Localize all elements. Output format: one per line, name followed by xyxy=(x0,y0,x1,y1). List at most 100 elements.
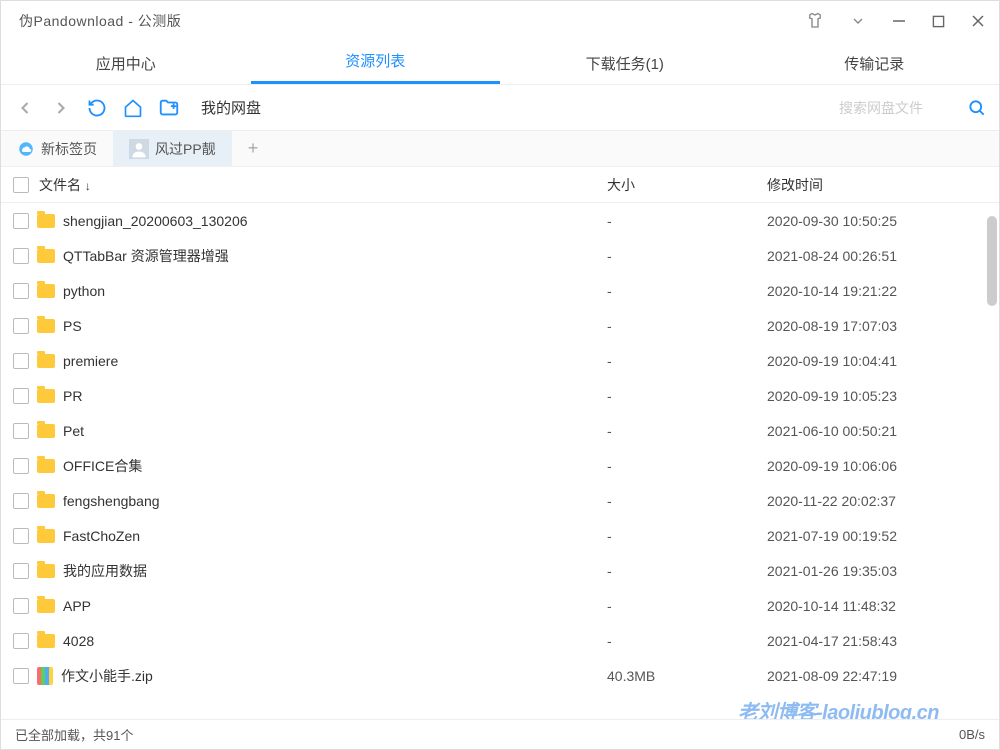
search-icon[interactable] xyxy=(967,98,987,118)
file-name-cell: 4028 xyxy=(37,633,607,649)
file-size-cell: - xyxy=(607,528,767,544)
file-row[interactable]: python-2020-10-14 19:21:22 xyxy=(1,273,999,308)
tab-download-tasks[interactable]: 下载任务(1) xyxy=(500,43,750,84)
scrollbar-thumb[interactable] xyxy=(987,216,997,306)
search-input[interactable] xyxy=(839,100,959,116)
row-checkbox[interactable] xyxy=(13,423,29,439)
column-size-header[interactable]: 大小 xyxy=(607,175,767,195)
folder-icon xyxy=(37,284,55,298)
row-checkbox[interactable] xyxy=(13,563,29,579)
file-name-label: fengshengbang xyxy=(63,493,160,509)
close-button[interactable] xyxy=(971,14,985,28)
file-date-cell: 2020-09-19 10:05:23 xyxy=(767,388,987,404)
row-checkbox[interactable] xyxy=(13,633,29,649)
minimize-button[interactable] xyxy=(892,14,906,28)
file-row[interactable]: premiere -2020-09-19 10:04:41 xyxy=(1,343,999,378)
maximize-button[interactable] xyxy=(932,15,945,28)
file-size-cell: - xyxy=(607,423,767,439)
folder-icon xyxy=(37,214,55,228)
row-checkbox[interactable] xyxy=(13,388,29,404)
shirt-icon[interactable] xyxy=(806,12,824,30)
add-tab-button[interactable]: + xyxy=(232,138,275,159)
file-name-cell: OFFICE合集 xyxy=(37,456,607,476)
file-row[interactable]: PS-2020-08-19 17:07:03 xyxy=(1,308,999,343)
folder-icon xyxy=(37,494,55,508)
row-checkbox[interactable] xyxy=(13,598,29,614)
file-date-cell: 2021-01-26 19:35:03 xyxy=(767,563,987,579)
cloud-icon xyxy=(17,140,35,158)
tab-transfer-log[interactable]: 传输记录 xyxy=(750,43,1000,84)
row-checkbox[interactable] xyxy=(13,528,29,544)
file-name-label: PS xyxy=(63,318,82,334)
file-size-cell: 40.3MB xyxy=(607,668,767,684)
window-controls xyxy=(806,12,985,30)
file-name-label: 我的应用数据 xyxy=(63,561,147,581)
file-name-label: Pet xyxy=(63,423,84,439)
file-row[interactable]: QTTabBar 资源管理器增强-2021-08-24 00:26:51 xyxy=(1,238,999,273)
nav-buttons xyxy=(1,94,193,122)
avatar-icon xyxy=(129,139,149,159)
row-checkbox[interactable] xyxy=(13,318,29,334)
file-row[interactable]: APP -2020-10-14 11:48:32 xyxy=(1,588,999,623)
file-list: shengjian_20200603_130206-2020-09-30 10:… xyxy=(1,203,999,693)
new-tab-item[interactable]: 新标签页 xyxy=(1,131,113,166)
file-name-label: premiere xyxy=(63,353,118,369)
select-all-checkbox[interactable] xyxy=(13,177,29,193)
tab-resource-list[interactable]: 资源列表 xyxy=(251,40,501,84)
file-row[interactable]: PR-2020-09-19 10:05:23 xyxy=(1,378,999,413)
file-date-cell: 2020-10-14 11:48:32 xyxy=(767,598,987,614)
row-checkbox[interactable] xyxy=(13,493,29,509)
new-folder-button[interactable] xyxy=(155,94,183,122)
tab-app-center[interactable]: 应用中心 xyxy=(1,43,251,84)
file-row[interactable]: FastChoZen-2021-07-19 00:19:52 xyxy=(1,518,999,553)
file-name-cell: APP xyxy=(37,598,607,614)
folder-icon xyxy=(37,354,55,368)
file-size-cell: - xyxy=(607,493,767,509)
column-name-header[interactable]: 文件名 ↓ xyxy=(37,175,607,195)
file-row[interactable]: OFFICE合集-2020-09-19 10:06:06 xyxy=(1,448,999,483)
row-checkbox[interactable] xyxy=(13,458,29,474)
file-size-cell: - xyxy=(607,563,767,579)
user-tab[interactable]: 风过PP靓 xyxy=(113,131,232,166)
folder-icon xyxy=(37,424,55,438)
file-name-cell: QTTabBar 资源管理器增强 xyxy=(37,246,607,266)
folder-icon xyxy=(37,529,55,543)
row-checkbox[interactable] xyxy=(13,283,29,299)
breadcrumb-path[interactable]: 我的网盘 xyxy=(193,97,827,118)
forward-button[interactable] xyxy=(47,94,75,122)
file-row[interactable]: Pet-2021-06-10 00:50:21 xyxy=(1,413,999,448)
file-date-cell: 2020-10-14 19:21:22 xyxy=(767,283,987,299)
file-size-cell: - xyxy=(607,633,767,649)
file-name-label: shengjian_20200603_130206 xyxy=(63,213,248,229)
file-size-cell: - xyxy=(607,598,767,614)
home-button[interactable] xyxy=(119,94,147,122)
main-tabs: 应用中心 资源列表 下载任务(1) 传输记录 xyxy=(1,41,999,85)
refresh-button[interactable] xyxy=(83,94,111,122)
file-name-label: 作文小能手.zip xyxy=(61,666,153,686)
file-date-cell: 2020-09-19 10:04:41 xyxy=(767,353,987,369)
window-title: 伪Pandownload - 公测版 xyxy=(15,11,181,31)
file-date-cell: 2021-07-19 00:19:52 xyxy=(767,528,987,544)
file-name-cell: 作文小能手.zip xyxy=(37,666,607,686)
sort-indicator-icon: ↓ xyxy=(85,179,91,193)
file-date-cell: 2021-08-24 00:26:51 xyxy=(767,248,987,264)
column-date-header[interactable]: 修改时间 xyxy=(767,175,987,195)
chevron-down-icon[interactable] xyxy=(850,13,866,29)
file-row[interactable]: 4028-2021-04-17 21:58:43 xyxy=(1,623,999,658)
file-name-label: PR xyxy=(63,388,82,404)
file-name-label: python xyxy=(63,283,105,299)
file-name-cell: fengshengbang xyxy=(37,493,607,509)
folder-icon xyxy=(37,564,55,578)
row-checkbox[interactable] xyxy=(13,353,29,369)
file-name-label: APP xyxy=(63,598,91,614)
row-checkbox[interactable] xyxy=(13,668,29,684)
row-checkbox[interactable] xyxy=(13,248,29,264)
file-row[interactable]: fengshengbang-2020-11-22 20:02:37 xyxy=(1,483,999,518)
row-checkbox[interactable] xyxy=(13,213,29,229)
file-row[interactable]: 我的应用数据 -2021-01-26 19:35:03 xyxy=(1,553,999,588)
file-row[interactable]: shengjian_20200603_130206-2020-09-30 10:… xyxy=(1,203,999,238)
file-size-cell: - xyxy=(607,353,767,369)
back-button[interactable] xyxy=(11,94,39,122)
statusbar: 已全部加载，共91个 0B/s xyxy=(1,719,999,749)
file-row[interactable]: 作文小能手.zip40.3MB2021-08-09 22:47:19 xyxy=(1,658,999,693)
